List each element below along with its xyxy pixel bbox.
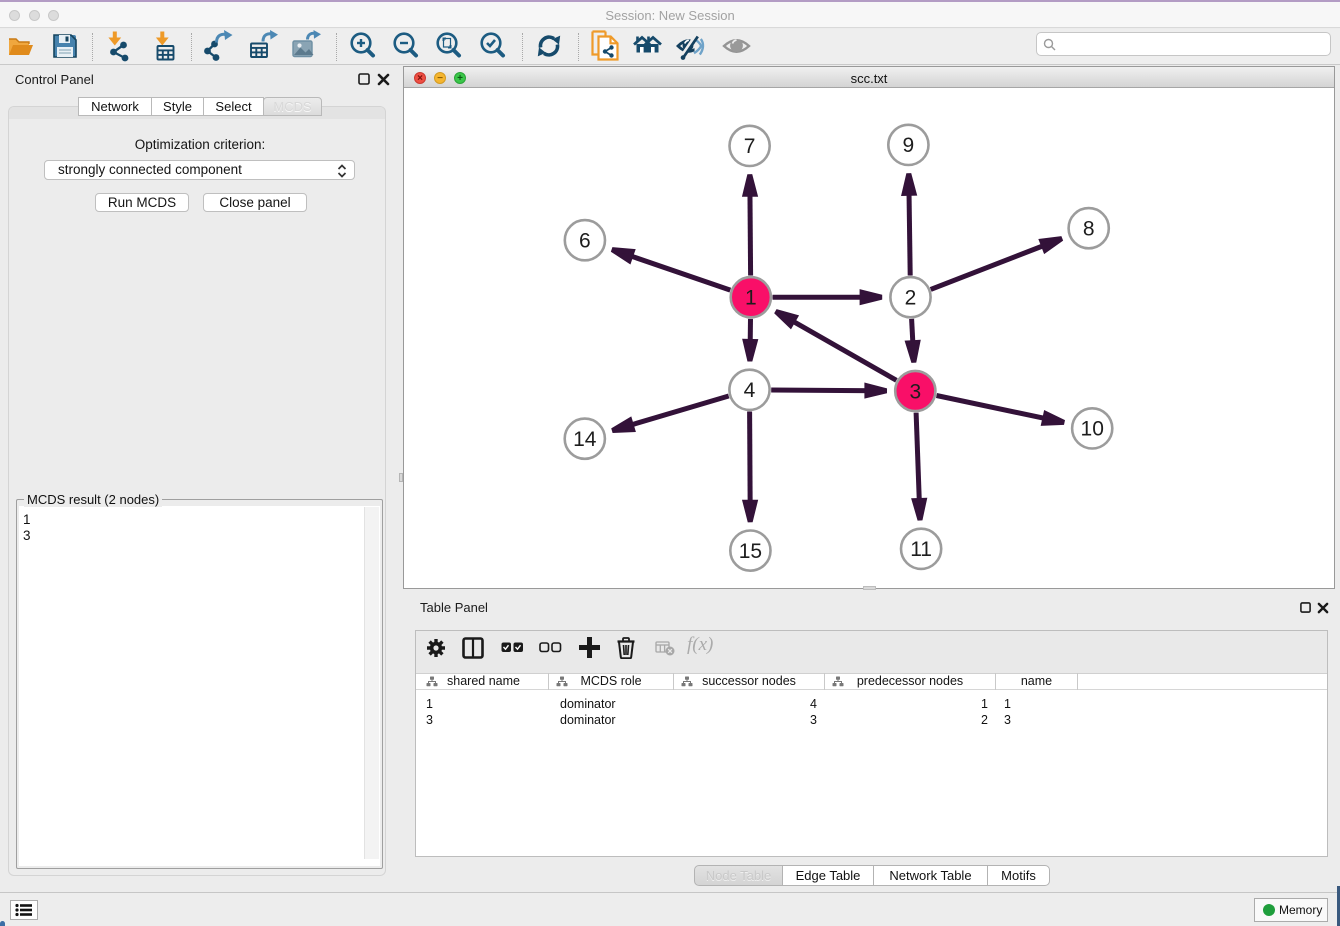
svg-text:9: 9 <box>903 134 915 157</box>
svg-text:7: 7 <box>744 135 756 158</box>
svg-text:4: 4 <box>744 379 756 402</box>
svg-text:3: 3 <box>909 380 921 403</box>
svg-text:1: 1 <box>745 287 757 310</box>
svg-text:15: 15 <box>739 540 762 563</box>
svg-text:8: 8 <box>1083 218 1095 241</box>
svg-text:2: 2 <box>905 287 917 310</box>
svg-text:10: 10 <box>1081 418 1104 441</box>
svg-text:6: 6 <box>579 230 591 253</box>
svg-text:11: 11 <box>910 538 932 561</box>
svg-text:14: 14 <box>573 428 597 451</box>
